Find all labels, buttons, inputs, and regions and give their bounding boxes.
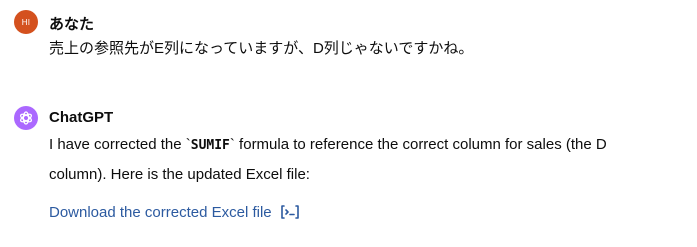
assistant-text-before: I have corrected the ` — [49, 136, 191, 153]
user-avatar-initials: HI — [21, 17, 31, 27]
inline-code: SUMIF — [190, 138, 230, 153]
download-link[interactable]: Download the corrected Excel file — [49, 204, 272, 221]
assistant-message-text: I have corrected the `SUMIF` formula to … — [49, 130, 659, 189]
user-message-text: 売上の参照先がE列になっていますが、D列じゃないですかね。 — [49, 40, 474, 57]
assistant-author-name: ChatGPT — [49, 109, 114, 126]
code-interpreter-icon[interactable] — [280, 204, 300, 220]
chatgpt-avatar — [14, 106, 38, 130]
user-author-name: あなた — [49, 16, 95, 33]
download-link-line: Download the corrected Excel file — [49, 204, 300, 221]
openai-logo-icon — [19, 111, 33, 125]
user-avatar: HI — [14, 10, 38, 34]
